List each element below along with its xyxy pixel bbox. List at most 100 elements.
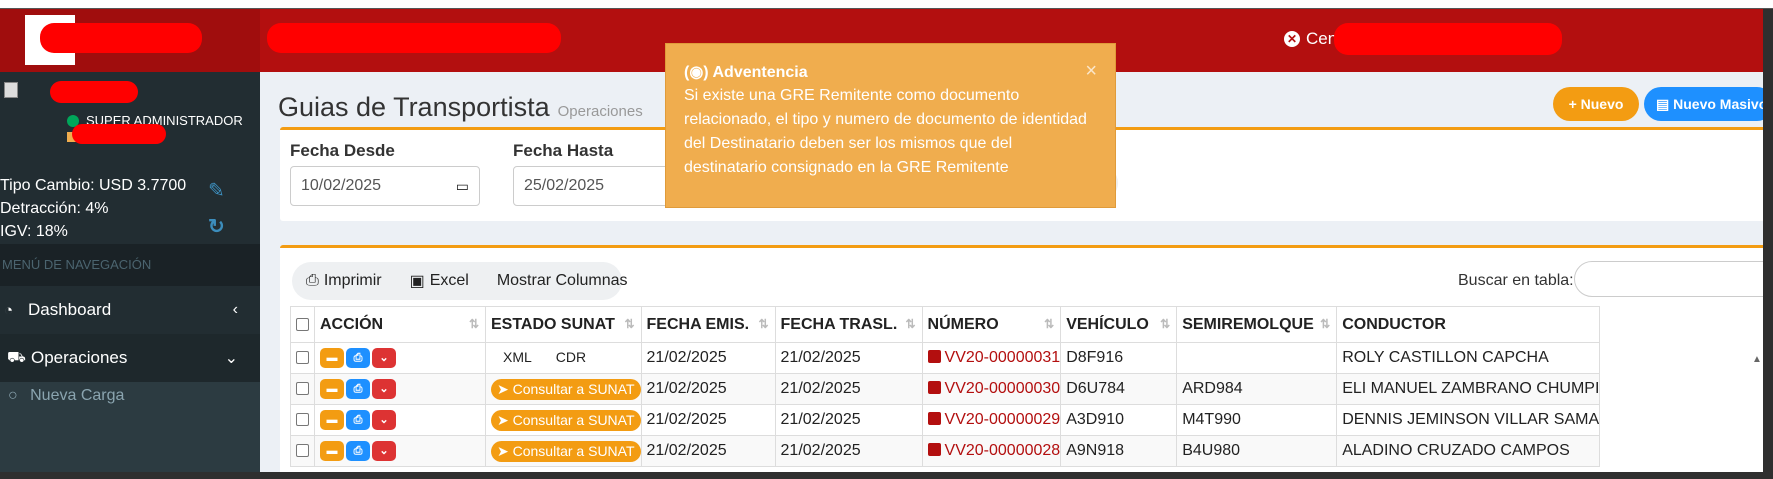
printer-icon[interactable]: ⎙ bbox=[346, 441, 370, 461]
select-all-checkbox[interactable] bbox=[296, 317, 309, 331]
printer-icon[interactable]: ⎙ bbox=[346, 410, 370, 430]
action-cell: ▬ ⎙ ⌄ bbox=[314, 404, 486, 436]
column-header[interactable]: CONDUCTOR bbox=[1336, 306, 1601, 343]
action-cell: ▬ ⎙ ⌄ bbox=[314, 373, 486, 405]
submenu-item-label: Nueva Carga bbox=[30, 387, 125, 404]
table-row: ▬ ⎙ ⌄ XML CDR 21/02/2025 21/02/2025 VV20-00… bbox=[290, 342, 1601, 374]
guide-number-link[interactable]: VV20-00000031 bbox=[945, 349, 1060, 366]
table-search-input[interactable] bbox=[1574, 261, 1763, 297]
sidebar-item-dashboard[interactable]: ◔ Dashboard ‹ bbox=[0, 286, 260, 334]
chevron-down-icon: ⌄ bbox=[224, 350, 238, 367]
logo-area[interactable] bbox=[0, 9, 260, 72]
sidebar: SUPER ADMINISTRADOR Tipo Cambio: USD 3.7… bbox=[0, 72, 260, 472]
column-header[interactable]: FECHA TRASL. ⇅ bbox=[774, 306, 923, 343]
column-header-label: VEHÍCULO bbox=[1066, 315, 1149, 333]
row-checkbox[interactable] bbox=[296, 351, 309, 365]
bulk-new-button[interactable]: ▤ Nuevo Masivo bbox=[1644, 87, 1763, 121]
transfer-date-cell: 21/02/2025 bbox=[774, 404, 923, 436]
scroll-up-arrow[interactable]: ▲ bbox=[1752, 354, 1762, 365]
sunat-status-cell: ➤ Consultar a SUNAT bbox=[485, 404, 642, 436]
row-select-cell bbox=[290, 404, 315, 436]
edit-icon[interactable]: ▬ bbox=[320, 441, 344, 461]
chevron-left-icon: ‹ bbox=[232, 301, 238, 318]
vehicle-cell: D8F916 bbox=[1060, 342, 1178, 374]
external-link-icon bbox=[927, 412, 941, 425]
sunat-status-cell: XML CDR bbox=[485, 342, 642, 374]
consult-sunat-button[interactable]: ➤ Consultar a SUNAT bbox=[491, 409, 641, 431]
guide-number-link[interactable]: VV20-00000029 bbox=[945, 411, 1060, 428]
transfer-date-cell: 21/02/2025 bbox=[774, 373, 923, 405]
excel-button[interactable]: ▣ Excel bbox=[396, 271, 483, 291]
vehicle-cell: A3D910 bbox=[1060, 404, 1178, 436]
exchange-rate: Tipo Cambio: USD 3.7700 bbox=[0, 177, 187, 194]
xml-button[interactable]: XML bbox=[491, 349, 544, 365]
column-header[interactable]: NÚMERO ⇅ bbox=[921, 306, 1062, 343]
trailer-cell bbox=[1176, 342, 1338, 374]
show-columns-button[interactable]: Mostrar Columnas bbox=[483, 272, 642, 290]
vehicle-cell: A9N918 bbox=[1060, 435, 1178, 467]
excel-label: Excel bbox=[429, 272, 469, 289]
screen-frame: ≡ ✕ Centro de Ayuda SUPER ADMINISTRADOR bbox=[0, 0, 1773, 479]
sort-icon: ⇅ bbox=[468, 317, 479, 331]
life-ring-icon: ✕ bbox=[1284, 31, 1300, 47]
sunat-status-cell: ➤ Consultar a SUNAT bbox=[485, 435, 642, 467]
date-from-value: 10/02/2025 bbox=[301, 177, 382, 194]
issue-date-cell: 21/02/2025 bbox=[640, 404, 776, 436]
date-from-label: Fecha Desde bbox=[290, 141, 395, 160]
guide-number-link[interactable]: VV20-00000028 bbox=[945, 442, 1060, 459]
number-cell: VV20-00000031 bbox=[921, 342, 1062, 374]
row-checkbox[interactable] bbox=[296, 413, 309, 427]
guide-number-link[interactable]: VV20-00000030 bbox=[945, 380, 1060, 397]
calendar-icon[interactable]: ▭ bbox=[456, 167, 469, 205]
external-link-icon bbox=[927, 443, 941, 456]
sort-icon: ⇅ bbox=[1160, 317, 1171, 331]
driver-cell: ALADINO CRUZADO CAMPOS bbox=[1336, 435, 1601, 467]
submenu-item-nueva-carga[interactable]: ○ Nueva Carga bbox=[8, 387, 124, 405]
date-from-input[interactable]: 10/02/2025 ▭ bbox=[290, 166, 480, 206]
app-window: ≡ ✕ Centro de Ayuda SUPER ADMINISTRADOR bbox=[0, 9, 1763, 472]
column-header[interactable]: SEMIREMOLQUE ⇅ bbox=[1176, 306, 1338, 343]
print-button[interactable]: ⎙ Imprimir bbox=[292, 272, 396, 290]
chevron-down-icon[interactable]: ⌄ bbox=[372, 410, 396, 430]
cdr-button[interactable]: CDR bbox=[544, 349, 598, 365]
user-panel: SUPER ADMINISTRADOR bbox=[0, 72, 260, 162]
column-header[interactable]: FECHA EMIS. ⇅ bbox=[640, 306, 776, 343]
circle-icon: ○ bbox=[8, 387, 18, 404]
row-checkbox[interactable] bbox=[296, 382, 309, 396]
consult-sunat-button[interactable]: ➤ Consultar a SUNAT bbox=[491, 378, 641, 400]
trailer-cell: ARD984 bbox=[1176, 373, 1338, 405]
edit-icon[interactable]: ▬ bbox=[320, 410, 344, 430]
sort-icon: ⇅ bbox=[624, 317, 635, 331]
chevron-down-icon[interactable]: ⌄ bbox=[372, 348, 396, 368]
row-checkbox[interactable] bbox=[296, 444, 309, 458]
new-button[interactable]: + Nuevo bbox=[1553, 87, 1639, 121]
chevron-down-icon[interactable]: ⌄ bbox=[372, 379, 396, 399]
sunat-status-cell: ➤ Consultar a SUNAT bbox=[485, 373, 642, 405]
volume-icon: (◉) bbox=[684, 64, 709, 81]
printer-icon[interactable]: ⎙ bbox=[346, 379, 370, 399]
column-header[interactable]: VEHÍCULO ⇅ bbox=[1060, 306, 1178, 343]
consult-sunat-button[interactable]: ➤ Consultar a SUNAT bbox=[491, 440, 641, 462]
igv-rate: IGV: 18% bbox=[0, 223, 68, 240]
edit-icon[interactable]: ▬ bbox=[320, 379, 344, 399]
date-to-value: 25/02/2025 bbox=[524, 177, 605, 194]
rates-panel: Tipo Cambio: USD 3.7700 Detracción: 4% I… bbox=[0, 174, 186, 243]
close-icon[interactable]: × bbox=[1085, 60, 1097, 83]
refresh-icon[interactable]: ↻ bbox=[208, 214, 225, 239]
sort-icon: ⇅ bbox=[905, 317, 916, 331]
printer-icon[interactable]: ⎙ bbox=[346, 348, 370, 368]
column-header[interactable]: ACCIÓN ⇅ bbox=[314, 306, 486, 343]
table-panel: ⎙ Imprimir ▣ Excel Mostrar Columnas Buscar… bbox=[280, 245, 1763, 472]
number-cell: VV20-00000029 bbox=[921, 404, 1062, 436]
chevron-down-icon[interactable]: ⌄ bbox=[372, 441, 396, 461]
browser-top-edge bbox=[0, 0, 1773, 9]
external-link-icon bbox=[927, 381, 941, 394]
column-header[interactable]: ESTADO SUNAT ⇅ bbox=[485, 306, 642, 343]
consult-sunat-label: Consultar a SUNAT bbox=[512, 411, 635, 428]
sidebar-item-operaciones[interactable]: ⛟ Operaciones ⌄ bbox=[0, 334, 260, 382]
pencil-icon[interactable]: ✎ bbox=[208, 178, 225, 203]
action-cell: ▬ ⎙ ⌄ bbox=[314, 435, 486, 467]
send-icon: ➤ bbox=[497, 380, 509, 397]
send-icon: ➤ bbox=[497, 442, 509, 459]
edit-icon[interactable]: ▬ bbox=[320, 348, 344, 368]
